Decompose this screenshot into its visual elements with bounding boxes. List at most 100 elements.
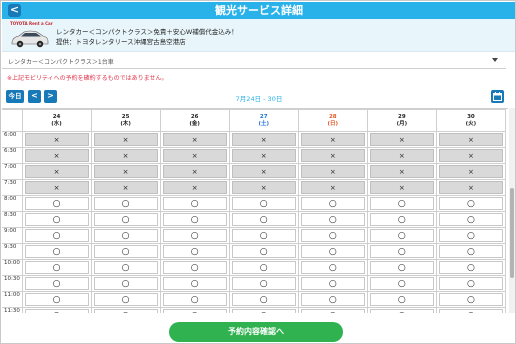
available-slot[interactable]: ○: [162, 229, 227, 242]
available-slot[interactable]: ○: [438, 245, 503, 258]
available-slot[interactable]: ○: [369, 197, 434, 210]
available-slot[interactable]: ○: [231, 309, 296, 313]
available-slot[interactable]: ○: [231, 277, 296, 290]
available-slot[interactable]: ○: [438, 261, 503, 274]
unavailable-slot: ×: [93, 165, 158, 178]
slot-cell: ○: [366, 211, 437, 228]
unavailable-slot: ×: [93, 181, 158, 194]
available-slot[interactable]: ○: [300, 277, 365, 290]
available-slot[interactable]: ○: [162, 213, 227, 226]
slot-cell: ○: [228, 275, 299, 292]
available-slot[interactable]: ○: [162, 245, 227, 258]
available-slot[interactable]: ○: [93, 245, 158, 258]
slot-cell: ○: [297, 275, 368, 292]
slot-cell: ○: [366, 275, 437, 292]
available-slot[interactable]: ○: [300, 309, 365, 313]
available-slot[interactable]: ○: [300, 245, 365, 258]
available-slot[interactable]: ○: [24, 213, 89, 226]
available-slot[interactable]: ○: [93, 213, 158, 226]
available-slot[interactable]: ○: [24, 293, 89, 306]
slot-cell: ○: [21, 243, 92, 260]
available-slot[interactable]: ○: [93, 229, 158, 242]
available-slot[interactable]: ○: [162, 277, 227, 290]
slot-cell: ○: [366, 259, 437, 276]
unavailable-slot: ×: [300, 165, 365, 178]
day-header: 24 (水): [21, 109, 92, 132]
available-slot[interactable]: ○: [300, 229, 365, 242]
available-slot[interactable]: ○: [231, 245, 296, 258]
available-slot[interactable]: ○: [369, 245, 434, 258]
unavailable-slot: ×: [369, 133, 434, 146]
slot-cell: ○: [297, 307, 368, 313]
scrollbar-thumb[interactable]: [510, 188, 514, 278]
unavailable-slot: ×: [162, 133, 227, 146]
slot-cell: ○: [21, 275, 92, 292]
unavailable-slot: ×: [24, 181, 89, 194]
available-slot[interactable]: ○: [369, 309, 434, 313]
confirm-reservation-button[interactable]: 予約内容確認へ: [169, 322, 343, 342]
available-slot[interactable]: ○: [231, 213, 296, 226]
available-slot[interactable]: ○: [369, 213, 434, 226]
time-slot-row: 6:30 × × × × × × ×: [2, 147, 507, 164]
available-slot[interactable]: ○: [93, 197, 158, 210]
available-slot[interactable]: ○: [162, 261, 227, 274]
available-slot[interactable]: ○: [93, 261, 158, 274]
slot-cell: ○: [21, 195, 92, 212]
available-slot[interactable]: ○: [231, 229, 296, 242]
available-slot[interactable]: ○: [93, 309, 158, 313]
available-slot[interactable]: ○: [93, 277, 158, 290]
available-slot[interactable]: ○: [162, 293, 227, 306]
unavailable-slot: ×: [24, 133, 89, 146]
app-frame: < 観光サービス詳細 TOYOTA Rent a Car レンタカー＜コンパクト…: [0, 0, 516, 344]
day-date: 24: [52, 113, 61, 120]
available-slot[interactable]: ○: [24, 197, 89, 210]
available-slot[interactable]: ○: [300, 213, 365, 226]
time-slot-row: 6:00 × × × × × × ×: [2, 131, 507, 148]
available-slot[interactable]: ○: [24, 229, 89, 242]
available-slot[interactable]: ○: [369, 293, 434, 306]
available-slot[interactable]: ○: [231, 293, 296, 306]
slot-cell: ○: [228, 211, 299, 228]
available-slot[interactable]: ○: [300, 293, 365, 306]
slot-cell: ○: [159, 291, 230, 308]
slot-cell: ○: [297, 243, 368, 260]
slot-cell: ○: [366, 243, 437, 260]
slot-cell: ○: [228, 291, 299, 308]
scrollbar[interactable]: [509, 108, 515, 313]
available-slot[interactable]: ○: [231, 261, 296, 274]
slot-cell: ○: [366, 307, 437, 313]
available-slot[interactable]: ○: [369, 261, 434, 274]
day-header: 29 (月): [366, 109, 437, 132]
vehicle-select[interactable]: レンタカー＜コンパクトクラス＞1台車: [2, 53, 506, 69]
available-slot[interactable]: ○: [162, 197, 227, 210]
slot-cell: ×: [297, 179, 368, 196]
available-slot[interactable]: ○: [438, 309, 503, 313]
available-slot[interactable]: ○: [438, 277, 503, 290]
slot-cell: ×: [366, 147, 437, 164]
availability-grid: 24 (水) 25 (木) 26 (金) 27 (土) 28 (日) 29 (月) 30 (火) 6:00…: [2, 108, 508, 313]
slot-cell: ×: [90, 131, 161, 148]
available-slot[interactable]: ○: [300, 197, 365, 210]
available-slot[interactable]: ○: [300, 261, 365, 274]
available-slot[interactable]: ○: [438, 197, 503, 210]
available-slot[interactable]: ○: [24, 245, 89, 258]
available-slot[interactable]: ○: [438, 229, 503, 242]
available-slot[interactable]: ○: [438, 293, 503, 306]
available-slot[interactable]: ○: [93, 293, 158, 306]
slot-cell: ○: [159, 307, 230, 313]
available-slot[interactable]: ○: [438, 213, 503, 226]
available-slot[interactable]: ○: [369, 277, 434, 290]
available-slot[interactable]: ○: [24, 261, 89, 274]
time-label: 11:30: [2, 307, 23, 313]
slot-cell: ○: [90, 259, 161, 276]
available-slot[interactable]: ○: [231, 197, 296, 210]
available-slot[interactable]: ○: [162, 309, 227, 313]
slot-cell: ○: [159, 227, 230, 244]
calendar-button[interactable]: [491, 90, 504, 103]
available-slot[interactable]: ○: [24, 277, 89, 290]
time-slot-row: 10:00 ○ ○ ○ ○ ○ ○ ○: [2, 259, 507, 276]
slot-cell: ○: [90, 211, 161, 228]
available-slot[interactable]: ○: [369, 229, 434, 242]
time-label: 6:30: [2, 147, 23, 164]
available-slot[interactable]: ○: [24, 309, 89, 313]
